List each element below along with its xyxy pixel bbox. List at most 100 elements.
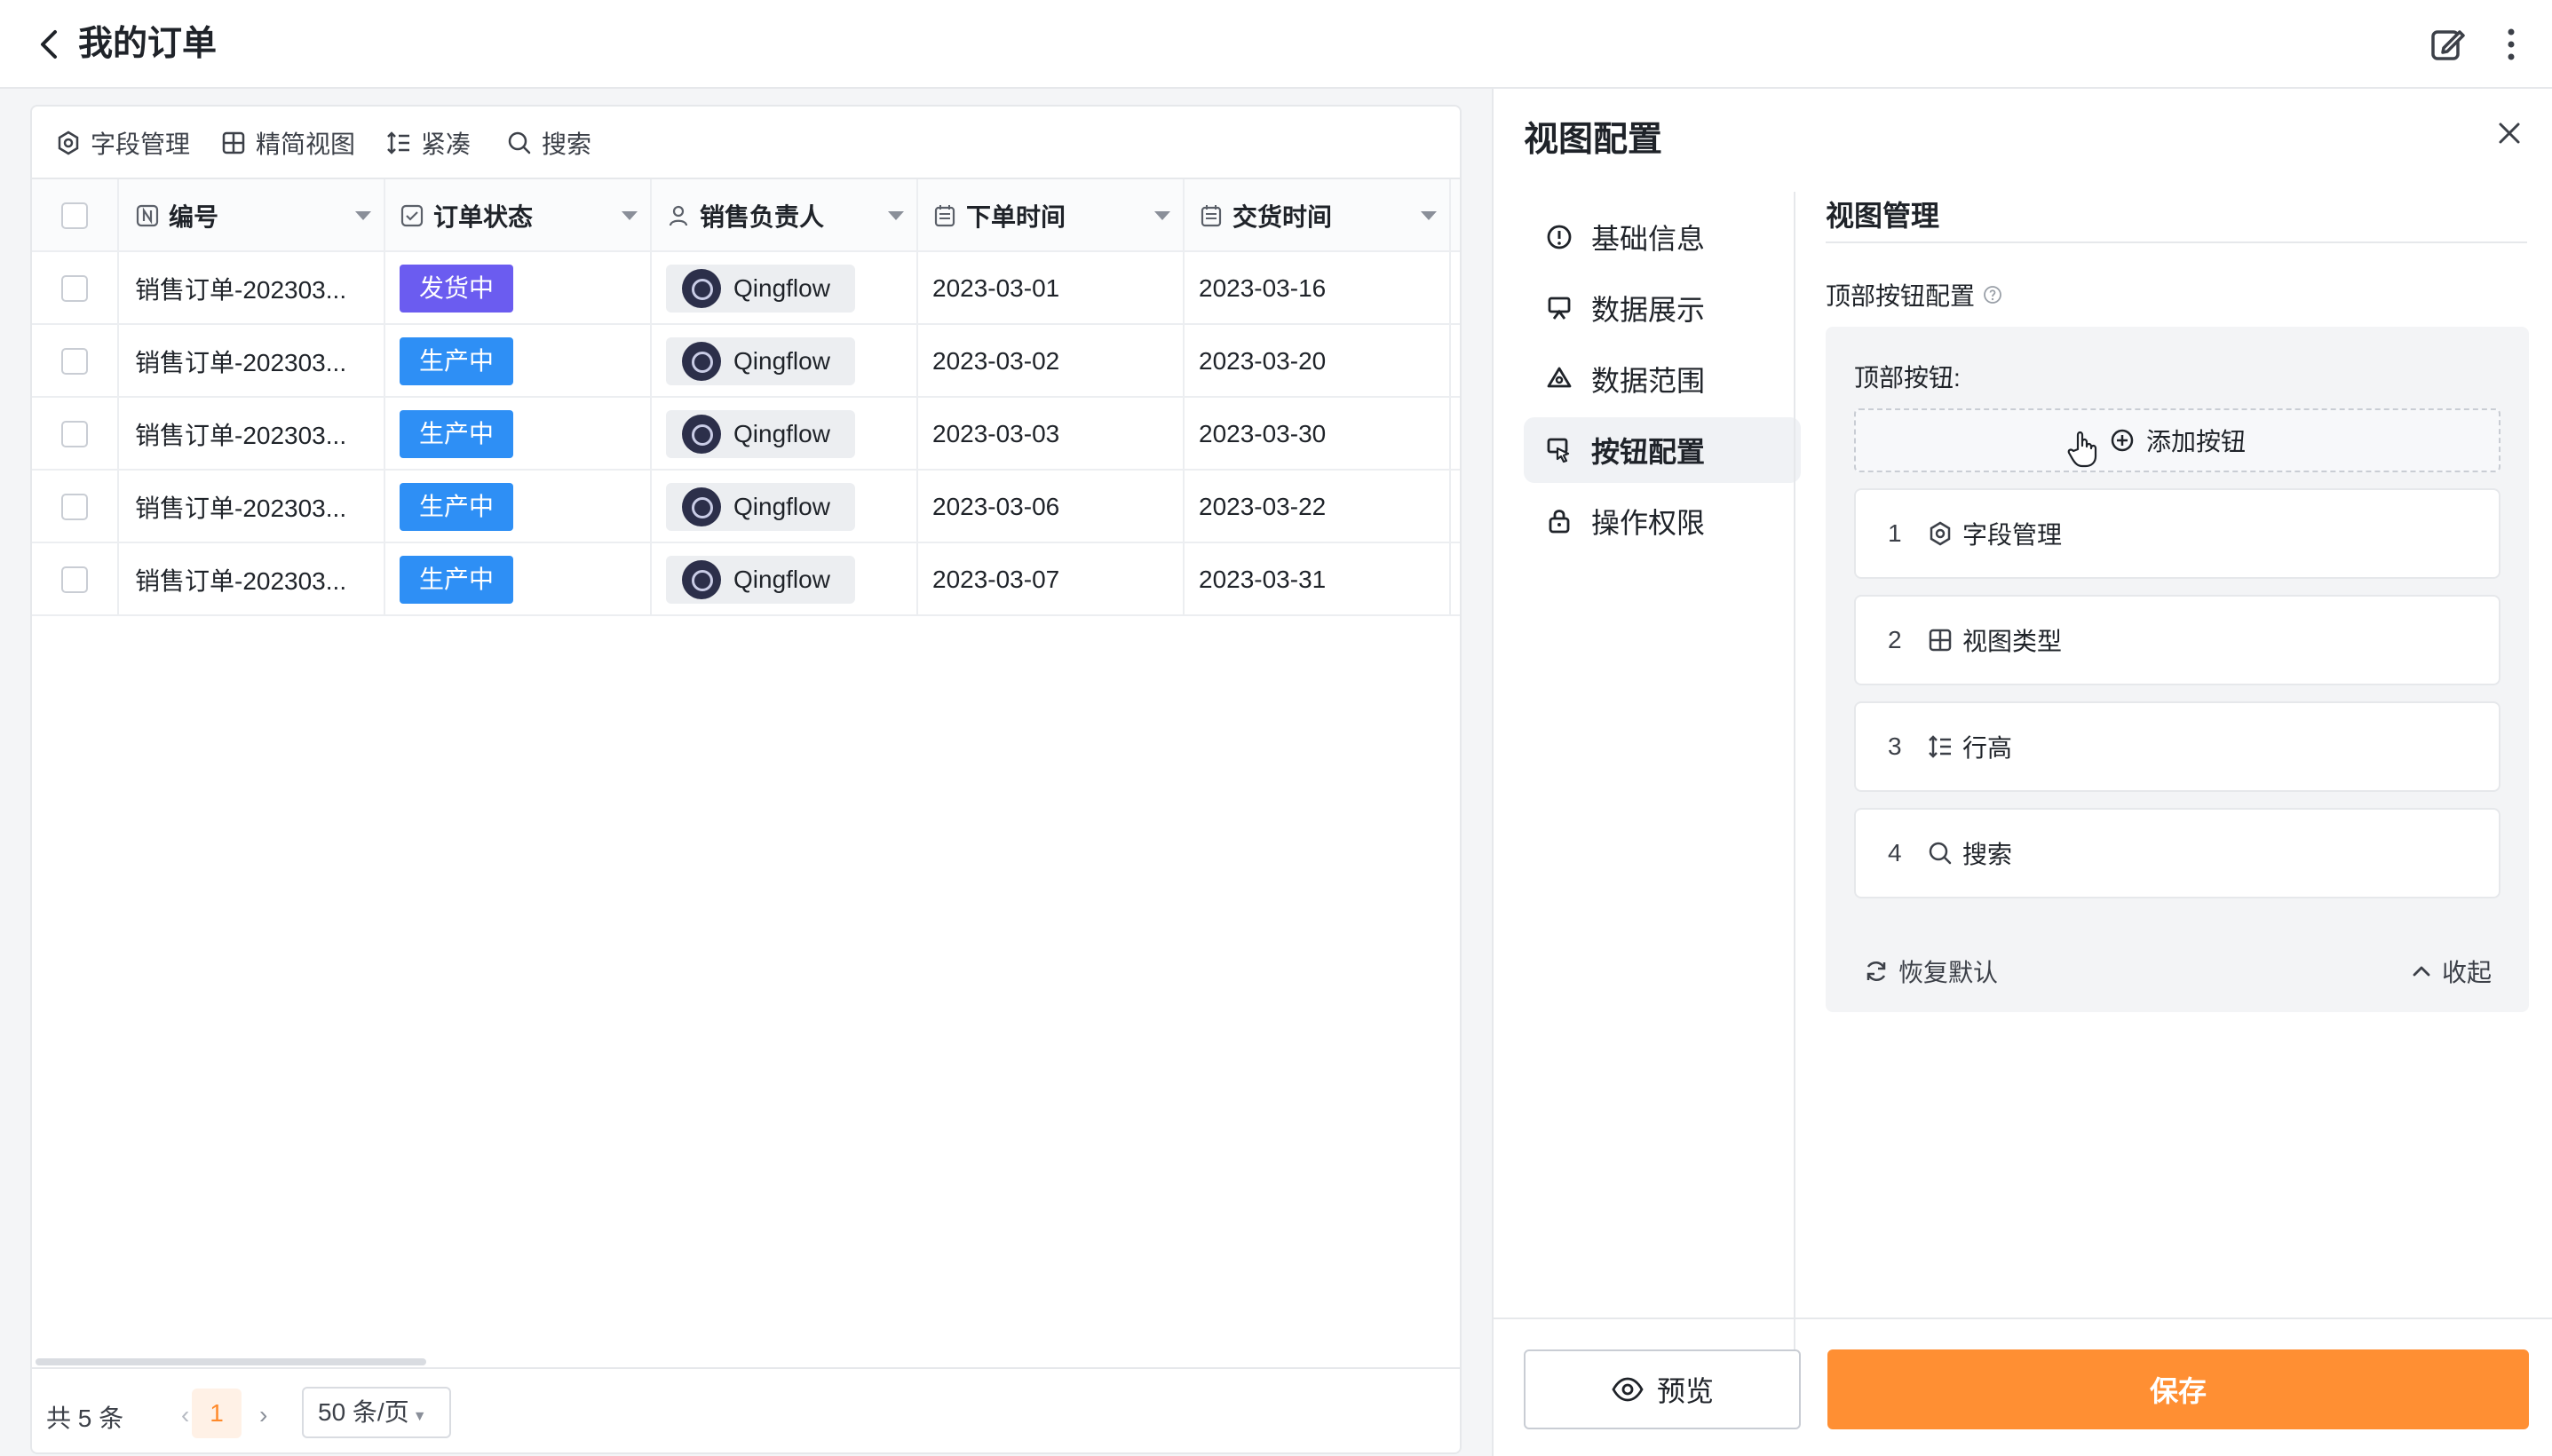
avatar (682, 560, 721, 599)
sort-caret-icon[interactable] (1154, 211, 1170, 220)
section-divider (1826, 241, 2527, 243)
number-field-icon (136, 204, 159, 227)
owner-chip[interactable]: Qingflow (666, 265, 855, 313)
row-checkbox[interactable] (61, 566, 88, 593)
restore-default-button[interactable]: 恢复默认 (1863, 954, 1998, 989)
sort-caret-icon[interactable] (355, 211, 371, 220)
restore-label: 恢复默认 (1898, 959, 1999, 986)
lock-icon (1549, 510, 1570, 534)
nav-item-basic-info[interactable]: 基础信息 (1524, 204, 1801, 270)
table-header-row: 编号 订单状态 销售负责人 下单时间 交货时间 (32, 179, 1460, 252)
owner-name: Qingflow (733, 274, 830, 302)
info-icon (1547, 225, 1572, 249)
row-checkbox[interactable] (61, 348, 88, 375)
table-row[interactable]: 销售订单-202303... 生产中 Qingflow 2023-03-07 2… (32, 543, 1460, 616)
config-nav: 基础信息 数据展示 数据范围 按钮配置 操作权限 (1524, 204, 1801, 559)
status-badge: 生产中 (400, 556, 514, 604)
table-row[interactable]: 销售订单-202303... 生产中 Qingflow 2023-03-03 2… (32, 398, 1460, 471)
compact-label: 紧凑 (421, 131, 472, 158)
nav-item-data-scope[interactable]: 数据范围 (1524, 346, 1801, 412)
cell-no[interactable]: 销售订单-202303... (119, 543, 385, 616)
select-all-checkbox[interactable] (61, 202, 88, 229)
cell-status: 生产中 (385, 325, 652, 398)
nav-item-button-config[interactable]: 按钮配置 (1524, 417, 1801, 483)
current-page[interactable]: 1 (192, 1389, 242, 1438)
owner-name: Qingflow (733, 493, 830, 520)
cell-no[interactable]: 销售订单-202303... (119, 471, 385, 543)
field-manage-label: 字段管理 (91, 131, 191, 158)
cell-delivery-date: 2023-03-30 (1185, 398, 1451, 471)
cell-order-date: 2023-03-02 (918, 325, 1185, 398)
button-item-row-height[interactable]: 3 行高 (1854, 701, 2500, 792)
button-item-number: 4 (1888, 839, 1902, 866)
collapse-button[interactable]: 收起 (2408, 954, 2492, 989)
page-size-select[interactable]: 50 条/页 ▼ (302, 1387, 451, 1438)
save-button[interactable]: 保存 (1827, 1349, 2529, 1429)
select-all-cell (32, 179, 119, 252)
owner-chip[interactable]: Qingflow (666, 410, 855, 458)
button-item-field-manage[interactable]: 1 字段管理 (1854, 488, 2500, 579)
nav-item-permissions[interactable]: 操作权限 (1524, 488, 1801, 554)
column-header-no[interactable]: 编号 (119, 179, 385, 252)
simple-view-button[interactable]: 精简视图 (220, 123, 355, 163)
table-row[interactable]: 销售订单-202303... 生产中 Qingflow 2023-03-06 2… (32, 471, 1460, 543)
cell-no[interactable]: 销售订单-202303... (119, 252, 385, 325)
field-manage-button[interactable]: 字段管理 (55, 123, 190, 163)
help-icon[interactable] (1982, 284, 2003, 305)
more-vertical-icon[interactable] (2495, 25, 2527, 64)
table-row[interactable]: 销售订单-202303... 生产中 Qingflow 2023-03-02 2… (32, 325, 1460, 398)
search-icon (1929, 842, 1952, 865)
button-item-view-type[interactable]: 2 视图类型 (1854, 595, 2500, 685)
cell-no[interactable]: 销售订单-202303... (119, 398, 385, 471)
horizontal-scrollbar[interactable] (36, 1358, 426, 1365)
edit-icon[interactable] (2428, 25, 2467, 64)
page-title: 我的订单 (78, 25, 218, 63)
status-badge: 发货中 (400, 265, 514, 313)
button-item-number: 3 (1888, 732, 1902, 760)
column-header-delivery-date[interactable]: 交货时间 (1185, 179, 1451, 252)
row-checkbox[interactable] (61, 421, 88, 447)
sort-caret-icon[interactable] (888, 211, 904, 220)
button-item-search[interactable]: 4 搜索 (1854, 808, 2500, 898)
preview-button[interactable]: 预览 (1524, 1349, 1801, 1429)
chevron-left-icon[interactable] (30, 25, 69, 64)
button-item-number: 2 (1888, 626, 1902, 653)
search-button[interactable]: 搜索 (506, 123, 591, 163)
panel-footer-divider (1494, 1318, 2552, 1319)
next-page-icon[interactable]: › (259, 1401, 267, 1429)
table-row[interactable]: 销售订单-202303... 发货中 Qingflow 2023-03-01 2… (32, 252, 1460, 325)
user-field-icon (669, 205, 688, 226)
cell-order-date: 2023-03-06 (918, 471, 1185, 543)
cell-no[interactable]: 销售订单-202303... (119, 325, 385, 398)
owner-chip[interactable]: Qingflow (666, 337, 855, 385)
sort-caret-icon[interactable] (1421, 211, 1437, 220)
prev-page-icon[interactable]: ‹ (181, 1401, 189, 1429)
column-header-status[interactable]: 订单状态 (385, 179, 652, 252)
grid-icon (1929, 629, 1952, 652)
top-buttons-label: 顶部按钮: (1854, 364, 1961, 392)
button-item-label: 行高 (1962, 734, 2013, 762)
owner-chip[interactable]: Qingflow (666, 556, 855, 604)
compact-button[interactable]: 紧凑 (385, 123, 471, 163)
status-badge: 生产中 (400, 483, 514, 531)
close-icon[interactable] (2493, 117, 2525, 149)
grid-icon (222, 131, 245, 154)
refresh-icon (1866, 961, 1886, 982)
row-checkbox[interactable] (61, 275, 88, 302)
avatar (682, 269, 721, 308)
column-header-label: 销售负责人 (700, 203, 825, 231)
owner-chip[interactable]: Qingflow (666, 483, 855, 531)
column-header-owner[interactable]: 销售负责人 (652, 179, 918, 252)
column-header-order-date[interactable]: 下单时间 (918, 179, 1185, 252)
column-header-label: 编号 (169, 203, 219, 231)
nav-item-data-display[interactable]: 数据展示 (1524, 275, 1801, 341)
cell-owner: Qingflow (652, 325, 918, 398)
cell-delivery-date: 2023-03-31 (1185, 543, 1451, 616)
sort-caret-icon[interactable] (622, 211, 638, 220)
row-checkbox[interactable] (61, 494, 88, 520)
add-button[interactable]: 添加按钮 (1854, 408, 2500, 472)
button-item-label: 字段管理 (1962, 521, 2063, 549)
cell-owner: Qingflow (652, 471, 918, 543)
add-button-label: 添加按钮 (2145, 428, 2246, 455)
eye-icon (1612, 1377, 1644, 1402)
